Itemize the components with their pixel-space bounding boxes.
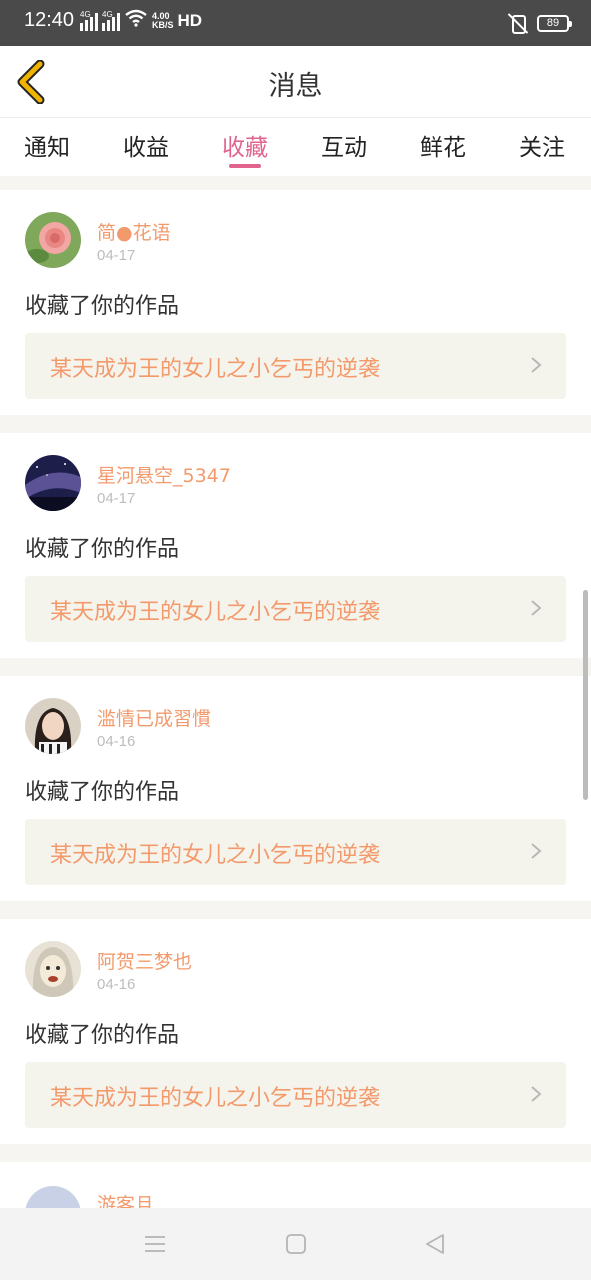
chevron-right-icon [531,600,542,616]
tab-favorites[interactable]: 收藏 [222,128,268,162]
tab-bar: 通知 收益 收藏 互动 鲜花 关注 [0,118,591,176]
tab-earnings[interactable]: 收益 [123,128,169,162]
avatar[interactable] [25,212,81,268]
tab-flowers[interactable]: 鲜花 [420,128,466,162]
username[interactable]: 星河悬空_5347 [97,461,231,488]
back-triangle-icon[interactable] [423,1232,447,1256]
network-type-2: 4G [102,9,113,19]
mute-icon [507,12,529,34]
signal-icon-2: 4G [102,9,120,31]
network-indicators: 4G 4G 4.00 KB/S HD [80,9,202,32]
work-title: 某天成为王的女儿之小乞丐的逆袭 [50,357,381,382]
timestamp: 04-16 [97,976,136,993]
hd-indicator: HD [177,10,203,30]
timestamp: 04-17 [97,247,136,264]
timestamp: 04-17 [97,490,136,507]
list-item: 星河悬空_5347 04-17 收藏了你的作品 某天成为王的女儿之小乞丐的逆袭 [0,433,591,658]
menu-icon[interactable] [143,1232,167,1256]
work-link[interactable]: 某天成为王的女儿之小乞丐的逆袭 [25,1062,566,1128]
scrollbar[interactable] [583,590,588,800]
list-item: 简●花语 04-17 收藏了你的作品 某天成为王的女儿之小乞丐的逆袭 [0,190,591,415]
chevron-right-icon [531,357,542,373]
avatar[interactable] [25,698,81,754]
system-nav-bar [0,1208,591,1280]
work-link[interactable]: 某天成为王的女儿之小乞丐的逆袭 [25,333,566,399]
action-text: 收藏了你的作品 [25,537,180,562]
tab-notifications[interactable]: 通知 [24,128,70,162]
network-type-1: 4G [80,9,91,19]
work-title: 某天成为王的女儿之小乞丐的逆袭 [50,600,381,625]
work-title: 某天成为王的女儿之小乞丐的逆袭 [50,1086,381,1111]
status-bar: 12:40 4G 4G 4.00 KB/S HD 89 [0,0,591,46]
page-title: 消息 [268,71,323,102]
username[interactable]: 阿贺三梦也 [97,947,192,974]
work-link[interactable]: 某天成为王的女儿之小乞丐的逆袭 [25,819,566,885]
work-title: 某天成为王的女儿之小乞丐的逆袭 [50,843,381,868]
signal-icon: 4G [80,9,98,31]
avatar[interactable] [25,941,81,997]
action-text: 收藏了你的作品 [25,294,180,319]
battery-icon: 89 [537,14,572,32]
action-text: 收藏了你的作品 [25,1023,180,1048]
wifi-icon [124,9,148,32]
avatar[interactable] [25,455,81,511]
status-time: 12:40 [24,9,75,31]
username[interactable]: 简●花语 [97,218,171,245]
chevron-right-icon [531,843,542,859]
active-tab-indicator [229,164,261,168]
chevron-right-icon [531,1086,542,1102]
timestamp: 04-16 [97,733,136,750]
tab-interactions[interactable]: 互动 [321,128,367,162]
action-text: 收藏了你的作品 [25,780,180,805]
username[interactable]: 滥情已成習慣 [97,704,211,731]
speed-unit: KB/S [152,19,174,30]
app-header: 消息 [0,46,591,118]
work-link[interactable]: 某天成为王的女儿之小乞丐的逆袭 [25,576,566,642]
tab-following[interactable]: 关注 [519,128,565,162]
list-item: 阿贺三梦也 04-16 收藏了你的作品 某天成为王的女儿之小乞丐的逆袭 [0,919,591,1144]
network-speed: 4.00 KB/S [152,11,174,30]
list-item: 滥情已成習慣 04-16 收藏了你的作品 某天成为王的女儿之小乞丐的逆袭 [0,676,591,901]
home-square-icon[interactable] [284,1232,308,1256]
